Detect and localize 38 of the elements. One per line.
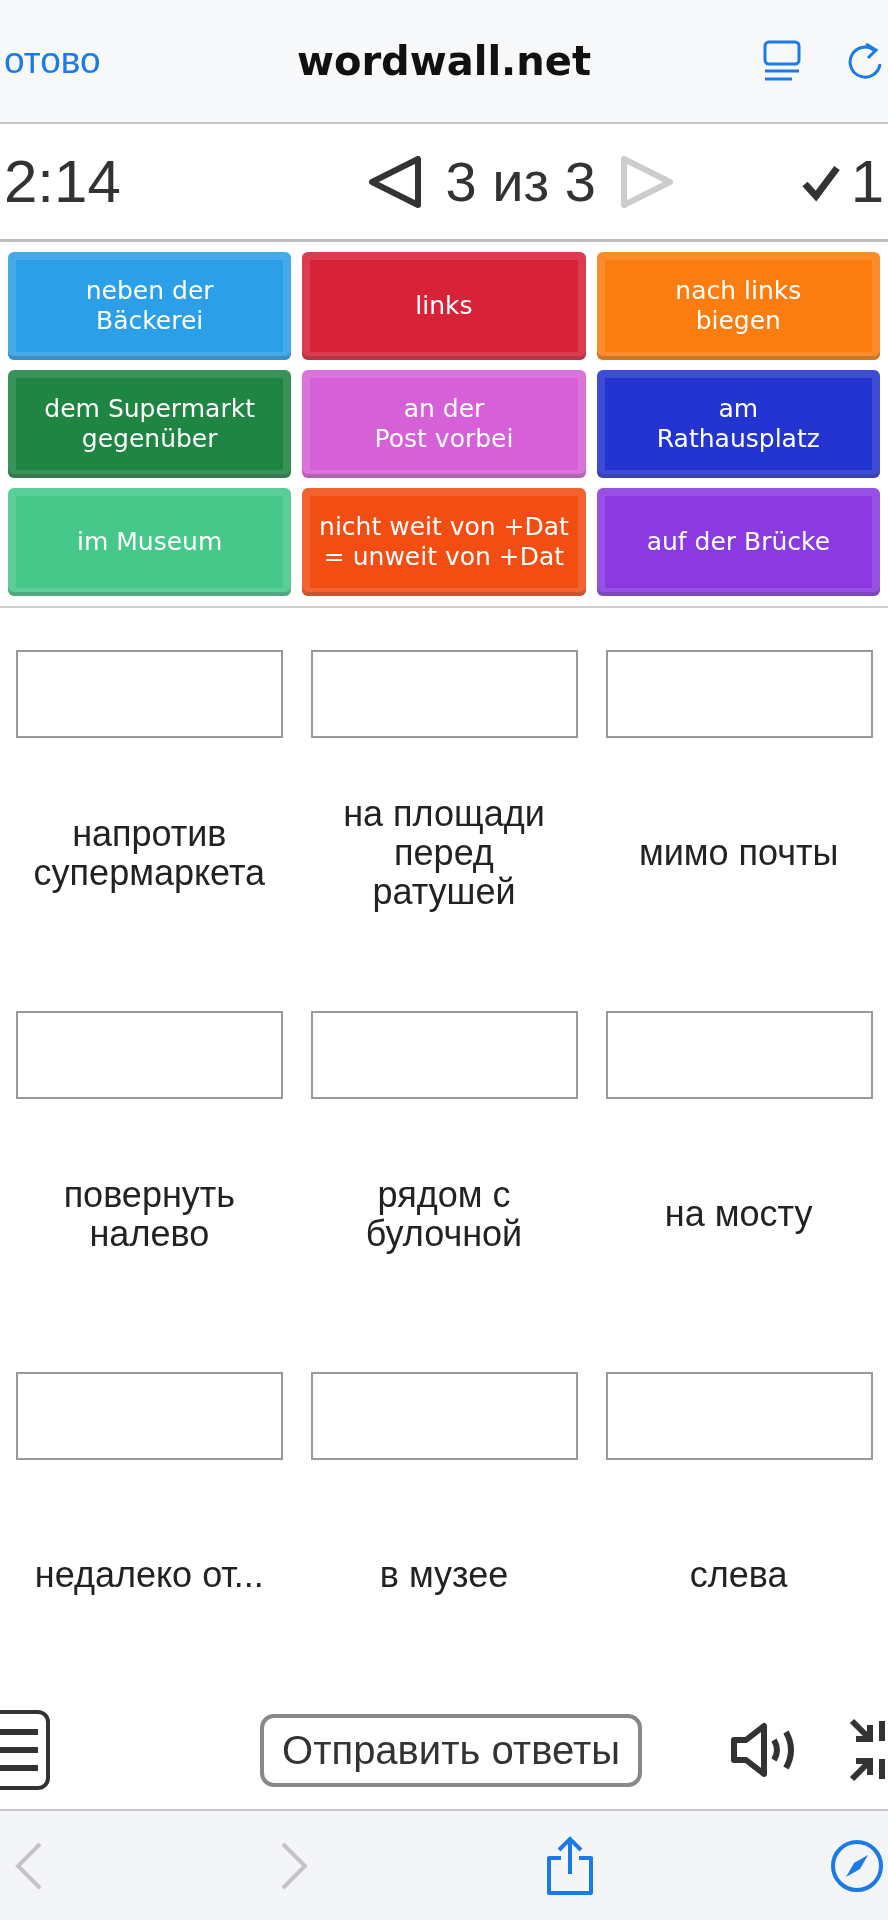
submit-answers-button[interactable]: Отправить ответы (260, 1713, 642, 1787)
answer-box[interactable] (311, 1011, 578, 1099)
answer-box[interactable] (16, 1372, 283, 1460)
answer-box[interactable] (16, 1011, 283, 1099)
word-tile[interactable]: im Museum (8, 488, 292, 596)
target-label: мимо почты (638, 834, 839, 873)
target-label: рядом с булочной (365, 1175, 523, 1254)
target-label: недалеко от... (34, 1556, 264, 1595)
page-counter: 3 из 3 (445, 149, 596, 214)
score: 1 (850, 147, 884, 216)
menu-icon[interactable] (0, 1708, 52, 1792)
answer-box[interactable] (311, 650, 578, 738)
target-label: повернуть налево (63, 1175, 236, 1254)
word-tile[interactable]: neben der Bäckerei (8, 252, 292, 360)
target-label: на площади перед ратушей (343, 795, 545, 912)
word-tile[interactable]: nach links biegen (596, 252, 880, 360)
word-tile[interactable]: auf der Brücke (596, 488, 880, 596)
word-tile[interactable]: dem Supermarkt gegenüber (8, 370, 292, 478)
target-label: на мосту (664, 1195, 813, 1234)
done-link[interactable]: отово (0, 40, 101, 82)
timer: 2:14 (4, 147, 121, 216)
answer-box[interactable] (16, 650, 283, 738)
answer-box[interactable] (606, 1011, 873, 1099)
page-address: wordwall.net (296, 38, 592, 84)
word-tile[interactable]: nicht weit von +Dat = unweit von +Dat (302, 488, 586, 596)
word-tile[interactable]: an der Post vorbei (302, 370, 586, 478)
target-label: в музее (379, 1556, 509, 1595)
target-label: слева (689, 1556, 788, 1595)
share-icon[interactable] (544, 1835, 595, 1896)
target-label: напротив супермаркета (33, 814, 266, 893)
answer-box[interactable] (606, 1372, 873, 1460)
answer-box[interactable] (606, 650, 873, 738)
word-tile[interactable]: am Rathausplatz (596, 370, 880, 478)
answer-box[interactable] (311, 1372, 578, 1460)
word-tile[interactable]: links (302, 252, 586, 360)
reader-icon[interactable] (762, 39, 802, 83)
compass-icon[interactable] (830, 1838, 884, 1893)
reload-icon[interactable] (846, 40, 884, 82)
